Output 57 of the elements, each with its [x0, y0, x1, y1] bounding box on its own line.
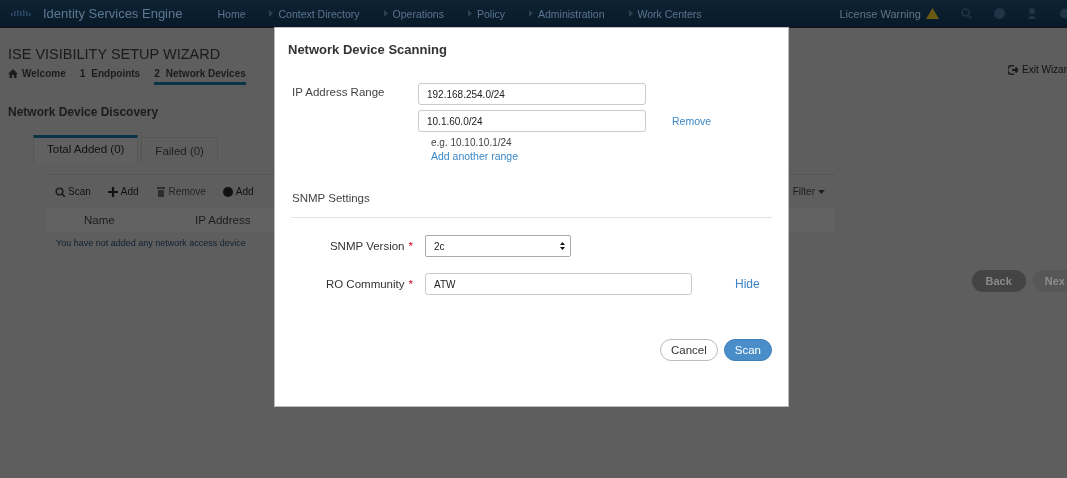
- license-warning-link[interactable]: License Warning: [839, 7, 921, 20]
- nav-link[interactable]: Home: [217, 7, 246, 20]
- toolbar-button[interactable]: Add: [107, 186, 139, 197]
- logo-icon: [11, 10, 33, 17]
- caret-down-icon: [818, 189, 825, 194]
- hint-text: e.g. 10.10.10.1/24: [431, 137, 513, 148]
- dialog-title: Network Device Scanning: [288, 42, 448, 57]
- filter-dropdown[interactable]: Filter: [792, 186, 825, 197]
- exit-icon: [1008, 64, 1018, 75]
- caret-right-icon: [529, 10, 533, 17]
- scan-button[interactable]: Scan: [723, 339, 772, 361]
- hide-link[interactable]: Hide: [735, 277, 760, 291]
- wizard-step-tab[interactable]: 2 Network Devices: [154, 68, 246, 85]
- back-button[interactable]: Back: [971, 270, 1026, 292]
- dropdown-arrows-icon: [560, 242, 565, 250]
- nav-link[interactable]: Policy: [467, 7, 505, 20]
- tab[interactable]: Failed (0): [141, 137, 218, 163]
- nav-link[interactable]: Operations: [383, 7, 444, 20]
- wizard-step-tab[interactable]: 1 Endpoints: [79, 68, 141, 85]
- search-icon: [961, 8, 972, 19]
- caret-right-icon: [467, 10, 472, 17]
- add-another-range-link[interactable]: Add another range: [431, 150, 518, 162]
- user-icon: [1027, 8, 1037, 19]
- caret-right-icon: [383, 10, 388, 17]
- caret-right-icon: [269, 10, 274, 17]
- product-name: Identity Services Engine: [43, 6, 183, 21]
- home-icon: [8, 69, 18, 78]
- step-number: 2: [154, 68, 160, 79]
- ip-range-field[interactable]: 10.1.60.0/24: [418, 110, 646, 132]
- toolbar-button[interactable]: Add: [222, 186, 254, 197]
- nav-link[interactable]: Administration: [529, 7, 605, 20]
- cancel-button[interactable]: Cancel: [659, 339, 718, 361]
- community-field[interactable]: ATW: [425, 273, 692, 295]
- empty-table-message: You have not added any network access device: [56, 238, 246, 248]
- remove-link[interactable]: Remove: [672, 115, 712, 127]
- column-header: Name: [83, 214, 116, 226]
- exit-wizard-link[interactable]: Exit Wizar: [1008, 64, 1067, 75]
- section-title: Network Device Discovery: [8, 105, 160, 119]
- warning-icon: [926, 8, 939, 19]
- step-number: 1: [79, 68, 86, 79]
- column-header: IP Address: [194, 214, 252, 226]
- field-label: IP Address Range: [292, 85, 386, 100]
- section-heading: SNMP Settings: [292, 192, 371, 204]
- snmp-version-dropdown[interactable]: 2c: [425, 235, 571, 257]
- wizard-title: ISE VISIBILITY SETUP WIZARD: [8, 46, 222, 62]
- field-label: RO Community *: [324, 278, 413, 290]
- caret-right-icon: [628, 10, 633, 17]
- tab[interactable]: Total Added (0): [33, 135, 139, 163]
- nav-link[interactable]: Work Centers: [628, 7, 702, 20]
- field-label: SNMP Version *: [328, 240, 413, 252]
- toolbar-button[interactable]: Scan: [55, 186, 91, 197]
- wizard-step-tab[interactable]: Welcome: [8, 68, 66, 85]
- trash-icon: [155, 186, 166, 197]
- search-icon: [55, 186, 65, 197]
- nav-link[interactable]: Context Directory: [269, 7, 360, 20]
- plus-icon: [107, 186, 118, 197]
- ip-range-field[interactable]: 192.168.254.0/24: [418, 83, 646, 105]
